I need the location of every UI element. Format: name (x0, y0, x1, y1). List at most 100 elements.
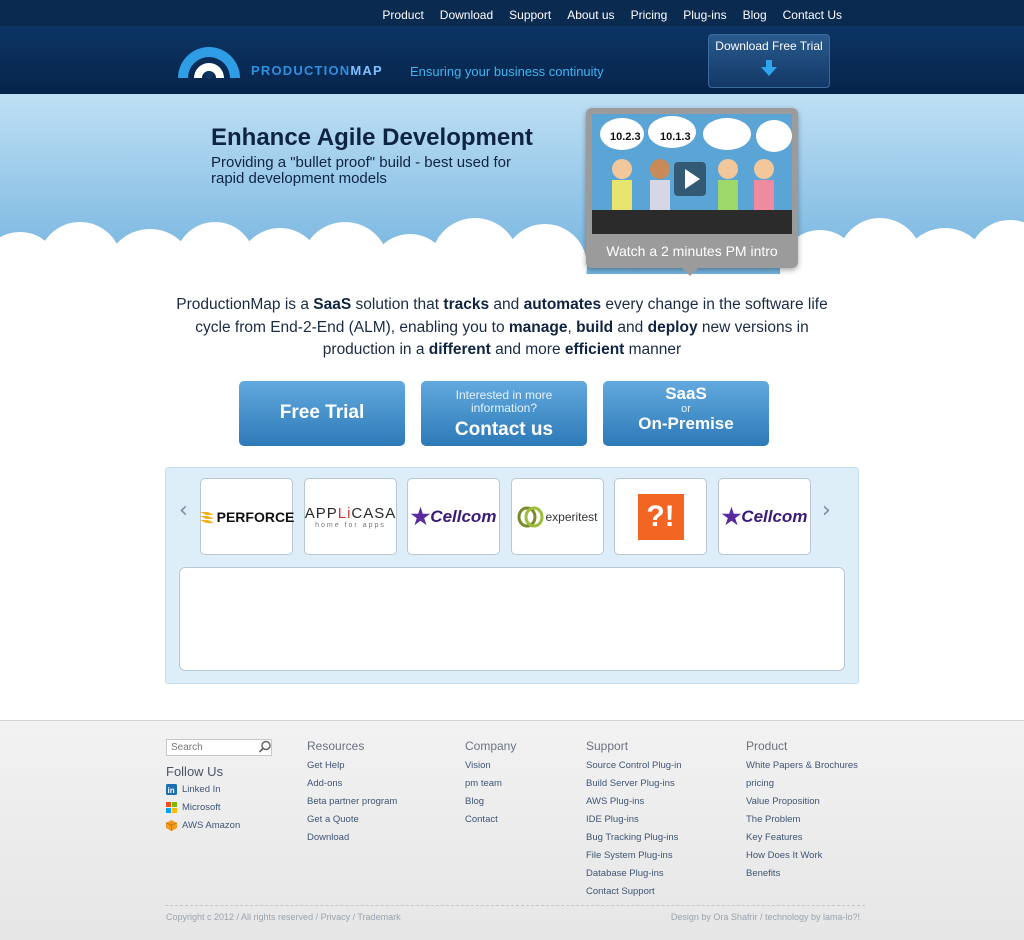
footer-link[interactable]: Get a Quote (307, 811, 397, 829)
applicasa-part: CASA (351, 504, 397, 522)
experitest-wordmark: experitest (545, 509, 598, 524)
video-preview-image: 10.2.3 10.1.3 (592, 114, 792, 234)
footer-link[interactable]: Add-ons (307, 775, 397, 793)
applicasa-part: APP (304, 504, 338, 522)
client-logo-cellcom-2[interactable]: ★ Cellcom (718, 478, 811, 555)
footer-link[interactable]: Download (307, 829, 397, 847)
applicasa-part-accent: Li (337, 504, 352, 522)
footer-link[interactable]: Get Help (307, 757, 397, 775)
brand-name[interactable]: PRODUCTIONMAP (251, 63, 383, 78)
copyright-text: Copyright c 2012 / All rights reserved /… (166, 912, 401, 922)
saas-label: SaaS (665, 384, 707, 403)
footer-column-title: Product (746, 739, 788, 753)
footer-link[interactable]: IDE Plug-ins (586, 811, 682, 829)
footer-link[interactable]: AWS Plug-ins (586, 793, 682, 811)
client-logo-applicasa[interactable]: APPLiCASA home for apps (304, 478, 397, 555)
intro-keyword: deploy (647, 318, 698, 336)
social-label: AWS Amazon (182, 820, 241, 831)
footer-link[interactable]: Value Proposition (746, 793, 858, 811)
footer-link[interactable]: pm team (465, 775, 516, 793)
hero-subtitle: Providing a "bullet proof" build - best … (211, 154, 511, 187)
footer-link[interactable]: Vision (465, 757, 516, 775)
footer-link[interactable]: Build Server Plug-ins (586, 775, 682, 793)
social-label: Linked In (182, 784, 221, 795)
footer-link[interactable]: File System Plug-ins (586, 847, 682, 865)
design-credit-text: Design by Ora Shafrir / technology by la… (670, 912, 860, 922)
social-microsoft-link[interactable]: Microsoft (166, 802, 221, 813)
footer-link[interactable]: pricing (746, 775, 858, 793)
experitest-logo: experitest (517, 506, 598, 528)
client-logo-experitest[interactable]: experitest (511, 478, 604, 555)
saas-or-onpremise-button[interactable]: SaaS or On-Premise (603, 381, 769, 446)
free-trial-label: Free Trial (279, 402, 365, 423)
arrow-down-icon (761, 60, 777, 76)
free-trial-button[interactable]: Free Trial (239, 381, 405, 446)
intro-paragraph: ProductionMap is a SaaS solution that tr… (170, 294, 834, 362)
intro-keyword: automates (523, 296, 602, 313)
social-linkedin-link[interactable]: in Linked In (166, 784, 221, 795)
footer-link[interactable]: Contact Support (586, 883, 682, 901)
clouds-decoration (0, 218, 1024, 284)
social-aws-link[interactable]: AWS Amazon (166, 820, 240, 831)
footer-link[interactable]: How Does It Work (746, 847, 858, 865)
cellcom-wordmark: Cellcom (741, 506, 808, 526)
lama-lo-logo: ?! (637, 493, 684, 540)
footer-link[interactable]: Contact (465, 811, 516, 829)
productionmap-logo-icon[interactable] (176, 43, 242, 79)
footer-column-company: Company Vision pm team Blog Contact (465, 739, 516, 829)
intro-video-thumbnail[interactable]: 10.2.3 10.1.3 Watch a 2 minutes PM intro (586, 108, 798, 276)
intro-keyword: tracks (443, 296, 490, 313)
social-label: Microsoft (182, 802, 221, 813)
search-icon[interactable] (258, 740, 272, 754)
perforce-stack-icon (199, 511, 214, 523)
footer-link[interactable]: Beta partner program (307, 793, 397, 811)
footer-column-title: Support (586, 739, 629, 753)
testimonial-panel (179, 567, 845, 671)
on-premise-label: On-Premise (638, 414, 734, 433)
intro-text: and more (490, 341, 565, 358)
cellcom-wordmark: Cellcom (430, 506, 497, 526)
cellcom-star-icon: ★ (721, 503, 742, 529)
top-navigation: Product Download Support About us Pricin… (0, 0, 1024, 26)
client-logo-lama-lo[interactable]: ?! (614, 478, 707, 555)
carousel-next-arrow-icon[interactable]: › (822, 498, 831, 523)
footer-link[interactable]: Database Plug-ins (586, 865, 682, 883)
footer-link[interactable]: Key Features (746, 829, 858, 847)
site-header: PRODUCTIONMAP Ensuring your business con… (0, 26, 1024, 94)
brand-name-map: MAP (350, 63, 383, 78)
callout-pointer (682, 268, 698, 276)
applicasa-logo: APPLiCASA home for apps (305, 505, 397, 529)
intro-keyword: build (576, 318, 614, 336)
applicasa-tagline: home for apps (315, 521, 386, 529)
client-logo-perforce[interactable]: PERFORCE (199, 478, 294, 555)
contact-us-label: Contact us (454, 419, 554, 440)
footer-link[interactable]: Benefits (746, 865, 858, 883)
carousel-prev-arrow-icon[interactable]: ‹ (179, 498, 188, 523)
video-caption: Watch a 2 minutes PM intro (606, 243, 778, 259)
footer-link[interactable]: Blog (465, 793, 516, 811)
search-input[interactable]: Search (166, 739, 272, 756)
client-logo-cellcom[interactable]: ★ Cellcom (407, 478, 500, 555)
intro-keyword: efficient (564, 341, 625, 358)
intro-keyword: manage (508, 318, 568, 336)
cellcom-logo: ★ Cellcom (411, 504, 497, 530)
footer-link[interactable]: White Papers & Brochures (746, 757, 858, 775)
download-free-trial-button[interactable]: Download Free Trial (708, 34, 830, 88)
aws-cube-icon (166, 820, 177, 831)
contact-us-sublabel: Interested in more information? (455, 388, 553, 415)
contact-us-button[interactable]: Interested in more information? Contact … (421, 381, 587, 446)
site-footer: Search Follow Us in Linked In Microsoft … (0, 720, 1024, 940)
intro-text: , (567, 318, 577, 336)
intro-text: and (489, 296, 524, 313)
footer-link[interactable]: Source Control Plug-in (586, 757, 682, 775)
cellcom-star-icon: ★ (410, 503, 431, 529)
intro-text: solution that (351, 296, 444, 313)
footer-column-title: Company (465, 739, 517, 753)
footer-column-title: Resources (307, 739, 365, 753)
footer-link[interactable]: The Problem (746, 811, 858, 829)
applicasa-wordmark: APPLiCASA (305, 505, 397, 522)
follow-us-title: Follow Us (166, 764, 224, 779)
footer-link[interactable]: Bug Tracking Plug-ins (586, 829, 682, 847)
cellcom-logo: ★ Cellcom (722, 504, 808, 530)
download-free-trial-label: Download Free Trial (715, 39, 823, 53)
